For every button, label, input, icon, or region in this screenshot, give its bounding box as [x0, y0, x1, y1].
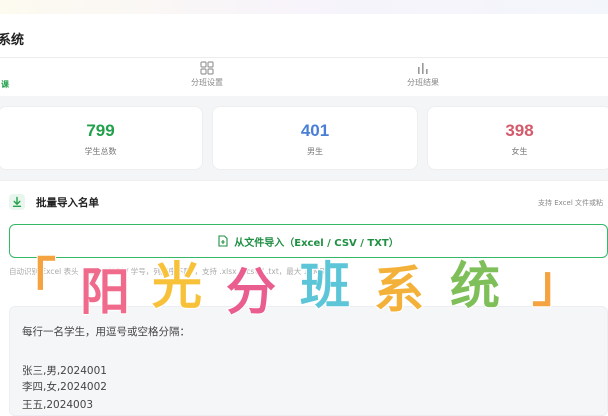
stat-female-value: 398 — [505, 121, 534, 140]
tab-class-result[interactable]: 分班结果 — [398, 61, 448, 95]
tab-bar: 课 分班设置 分班结果 — [0, 58, 608, 96]
grid-icon — [200, 61, 214, 75]
tab-class-settings[interactable]: 分班设置 — [182, 61, 232, 95]
top-strip — [0, 0, 608, 14]
textarea-example-line: 李四,女,2024002 — [22, 381, 107, 393]
stat-card-female: 398 女生 — [427, 106, 608, 170]
stat-female-label: 女生 — [511, 147, 528, 156]
import-from-file-button[interactable]: 从文件导入（Excel / CSV / TXT） — [9, 224, 608, 258]
textarea-example-line: 张三,男,2024001 — [22, 365, 107, 377]
app-header: 系统 — [0, 14, 608, 58]
import-hint: 支持 Excel 文件或粘 — [538, 199, 603, 207]
tab-import[interactable]: 课 — [0, 61, 20, 95]
stat-card-male: 401 男生 — [212, 106, 418, 170]
download-icon — [9, 194, 25, 210]
file-icon — [218, 235, 228, 247]
tab-import-label: 课 — [1, 80, 9, 89]
stat-male-value: 401 — [300, 121, 330, 140]
stat-total-value: 799 — [86, 121, 115, 140]
bar-chart-icon — [418, 63, 428, 74]
tab-class-settings-label: 分班设置 — [191, 78, 223, 87]
app-title: 系统 — [0, 33, 25, 48]
format-note: 自动识别 Excel 表头（姓名 / 性别 / 学号，列顺序不限），支持 .xl… — [9, 267, 325, 276]
textarea-example-line: 王五,2024003 — [22, 399, 94, 411]
student-list-textarea[interactable]: 每行一名学生，用逗号或空格分隔： 张三,男,2024001 李四,女,20240… — [9, 306, 608, 416]
stat-male-label: 男生 — [307, 147, 323, 156]
tab-class-result-label: 分班结果 — [407, 78, 439, 87]
import-from-file-label: 从文件导入（Excel / CSV / TXT） — [234, 237, 399, 249]
stat-card-total: 799 学生总数 — [0, 106, 203, 170]
import-title: 批量导入名单 — [36, 197, 99, 209]
stat-total-label: 学生总数 — [84, 147, 117, 156]
textarea-placeholder-line: 每行一名学生，用逗号或空格分隔： — [22, 326, 190, 338]
